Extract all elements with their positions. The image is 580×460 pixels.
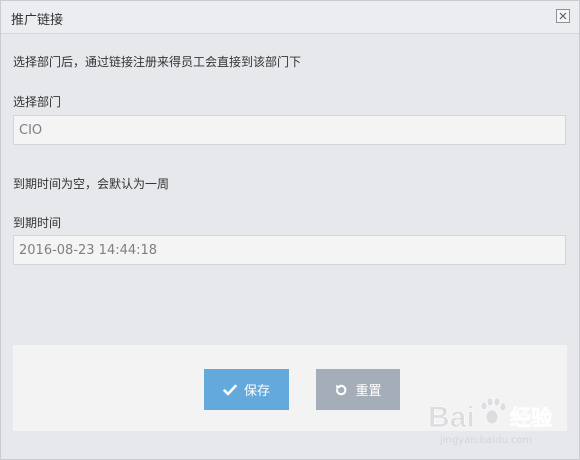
- dialog-footer: 保存 重置: [13, 345, 567, 431]
- dialog-title: 推广链接: [11, 13, 64, 28]
- watermark-url: jingyan.baidu.com: [439, 435, 532, 446]
- department-field[interactable]: [13, 115, 566, 145]
- expiry-label: 到期时间: [13, 216, 62, 230]
- reset-button-label: 重置: [355, 384, 382, 399]
- department-hint: 选择部门后，通过链接注册来得员工会直接到该部门下: [13, 55, 302, 69]
- close-button[interactable]: [556, 9, 570, 23]
- department-label: 选择部门: [13, 95, 62, 109]
- expiry-time-field[interactable]: [13, 235, 566, 265]
- promotion-link-dialog: 推广链接 选择部门后，通过链接注册来得员工会直接到该部门下 选择部门 到期时间为…: [0, 0, 580, 460]
- close-icon: [559, 12, 567, 20]
- check-icon: [223, 384, 237, 395]
- reset-button[interactable]: 重置: [316, 369, 400, 410]
- save-button-label: 保存: [243, 384, 270, 399]
- dialog-titlebar: 推广链接: [1, 1, 579, 34]
- expiry-hint: 到期时间为空，会默认为一周: [13, 177, 170, 191]
- save-button[interactable]: 保存: [204, 369, 289, 410]
- undo-icon: [336, 384, 347, 395]
